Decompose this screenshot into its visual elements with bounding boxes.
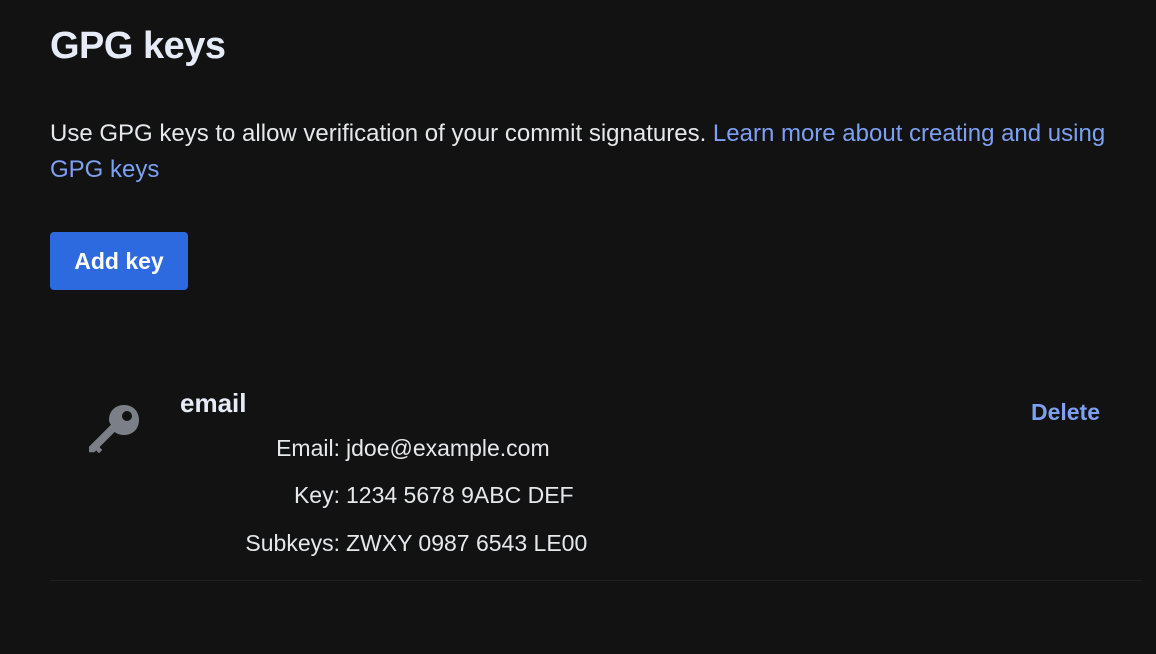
key-id-row: Key: 1234 5678 9ABC DEF xyxy=(50,480,610,510)
email-value: jdoe@example.com xyxy=(346,435,550,461)
email-label: Email: xyxy=(276,435,340,461)
gpg-key-item: email Email: jdoe@example.com Key: 1234 56… xyxy=(50,370,1142,581)
subkeys-row: Subkeys: ZWXY 0987 6543 LE00 xyxy=(50,528,610,558)
page-description: Use GPG keys to allow verification of yo… xyxy=(50,116,1140,188)
subkeys-label: Subkeys: xyxy=(245,530,340,556)
description-text: Use GPG keys to allow verification of yo… xyxy=(50,120,713,147)
delete-key-button[interactable]: Delete xyxy=(1031,397,1100,427)
subkeys-value: ZWXY 0987 6543 LE00 xyxy=(346,530,588,556)
key-id-label: Key: xyxy=(293,482,340,508)
email-row: Email: jdoe@example.com xyxy=(50,433,610,463)
key-title: email xyxy=(180,388,247,418)
gpg-keys-page: GPG keys Use GPG keys to allow verificat… xyxy=(0,0,1156,654)
add-key-button[interactable]: Add key xyxy=(50,232,188,290)
page-title: GPG keys xyxy=(50,25,226,67)
key-id-value: 1234 5678 9ABC DEF xyxy=(346,482,574,508)
